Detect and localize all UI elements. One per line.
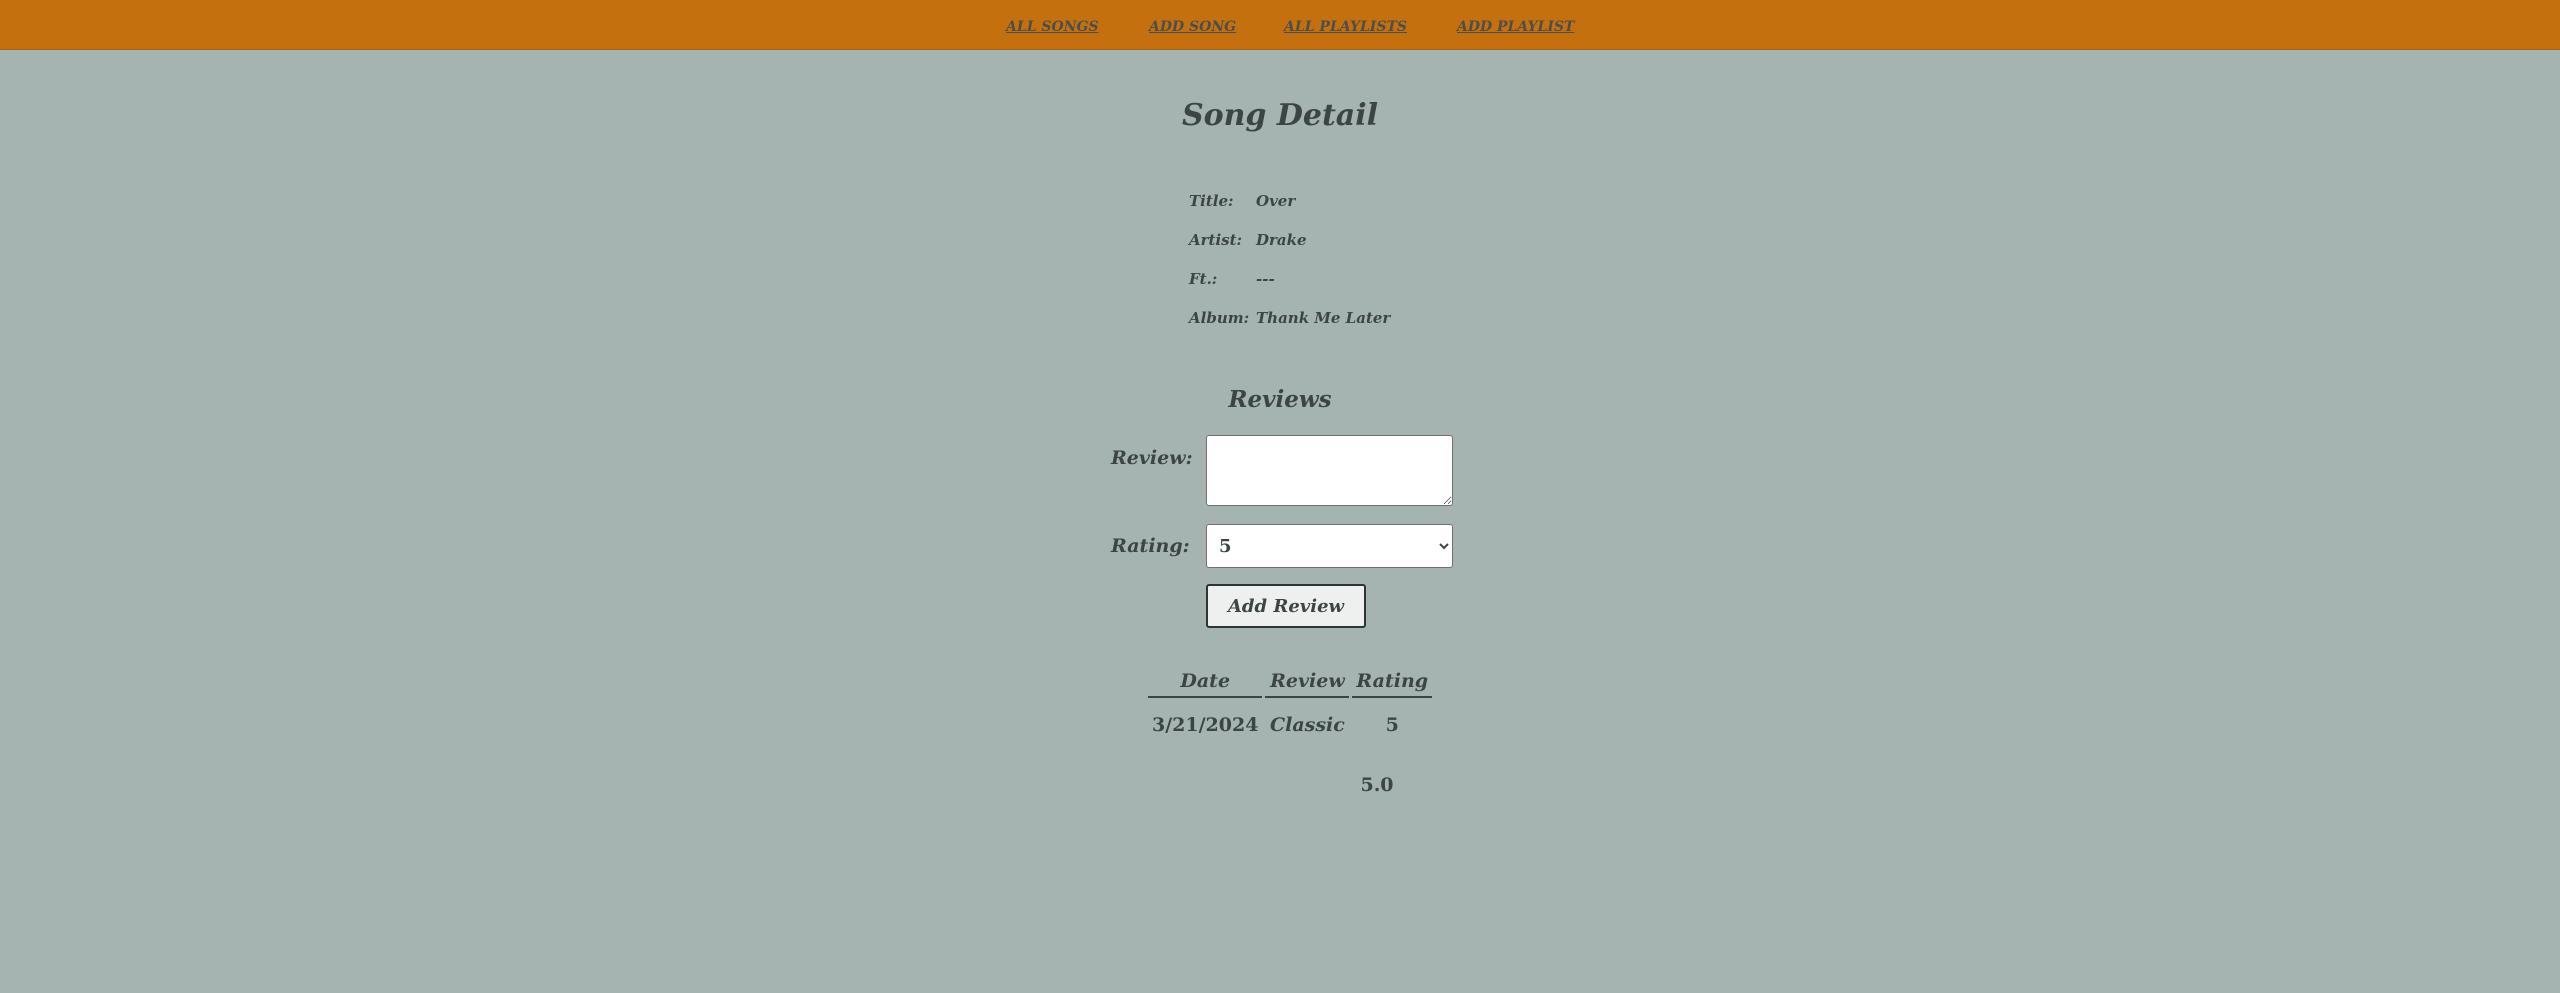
title-label: Title: (1189, 192, 1234, 210)
add-review-button[interactable]: Add Review (1206, 584, 1366, 628)
review-column-header: Review (1265, 664, 1350, 698)
album-label: Album: (1189, 309, 1250, 327)
navbar: ALL SONGS ADD SONG ALL PLAYLISTS ADD PLA… (0, 0, 2560, 50)
review-text-cell: Classic (1270, 714, 1345, 736)
nav-add-song-link[interactable]: ADD SONG (1149, 18, 1236, 36)
review-textarea[interactable] (1206, 435, 1453, 506)
review-rating-cell: 5 (1385, 714, 1399, 736)
featuring-label: Ft.: (1189, 270, 1218, 288)
title-value: Over (1256, 192, 1296, 210)
table-header-row: Date Review Rating (1148, 664, 1433, 698)
average-rating: 5.0 (1360, 774, 1394, 796)
date-column-header: Date (1148, 664, 1263, 698)
artist-value: Drake (1256, 231, 1307, 249)
review-label: Review: (1111, 447, 1193, 469)
reviews-table: Date Review Rating 3/21/2024 Classic 5 (1145, 664, 1435, 738)
reviews-title: Reviews (1228, 386, 1332, 413)
artist-label: Artist: (1189, 231, 1243, 249)
nav-all-playlists-link[interactable]: ALL PLAYLISTS (1284, 18, 1407, 36)
featuring-value: --- (1256, 270, 1275, 288)
rating-column-header: Rating (1352, 664, 1433, 698)
review-date-cell: 3/21/2024 (1152, 714, 1259, 736)
page-title: Song Detail (1181, 98, 1379, 133)
album-value: Thank Me Later (1256, 309, 1391, 327)
rating-select[interactable]: 5 (1206, 524, 1453, 568)
table-row: 3/21/2024 Classic 5 (1148, 698, 1432, 738)
rating-label: Rating: (1111, 535, 1190, 557)
nav-add-playlist-link[interactable]: ADD PLAYLIST (1457, 18, 1574, 36)
nav-all-songs-link[interactable]: ALL SONGS (1006, 18, 1099, 36)
